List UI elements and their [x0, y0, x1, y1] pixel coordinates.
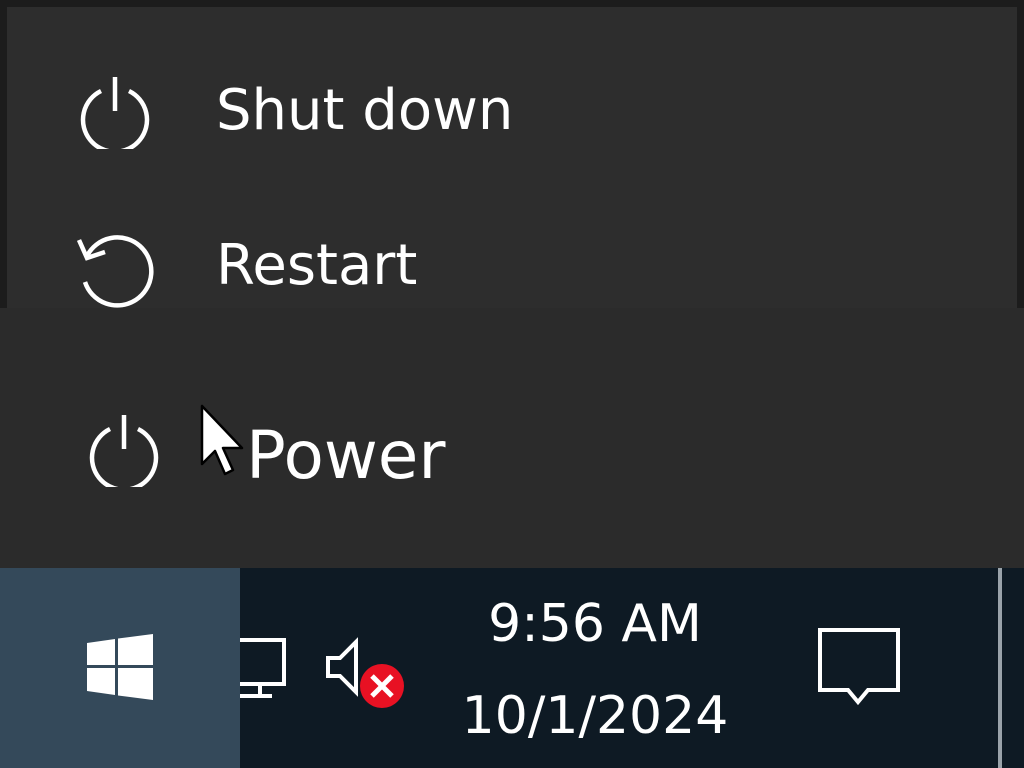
windows-logo-icon	[87, 634, 153, 700]
power-icon	[77, 73, 153, 154]
taskbar-clock[interactable]: 9:56 AM 10/1/2024	[440, 568, 750, 768]
menu-item-restart[interactable]: Restart	[7, 200, 1017, 308]
desktop-screen: Shut down Restart Power 9:56 AM 10/1/202…	[0, 0, 1024, 768]
show-desktop-button[interactable]	[998, 568, 1002, 768]
menu-item-shut-down[interactable]: Shut down	[7, 45, 1017, 195]
action-center-icon[interactable]	[818, 628, 902, 710]
power-button[interactable]: Power	[0, 363, 1024, 543]
power-icon	[86, 411, 162, 492]
power-submenu: Shut down Restart	[0, 0, 1024, 308]
submenu-border	[0, 0, 1024, 7]
menu-item-label: Restart	[216, 233, 418, 298]
clock-time: 9:56 AM	[488, 594, 702, 654]
restart-icon	[75, 230, 154, 308]
start-menu-panel: Power	[0, 308, 1024, 568]
menu-item-label: Shut down	[216, 78, 514, 143]
taskbar: 9:56 AM 10/1/2024	[0, 568, 1024, 768]
submenu-border	[1017, 0, 1024, 308]
start-button[interactable]	[0, 568, 240, 768]
volume-muted-icon[interactable]	[322, 636, 408, 708]
clock-date: 10/1/2024	[461, 686, 729, 746]
network-icon[interactable]	[240, 636, 288, 702]
power-button-label: Power	[246, 417, 446, 494]
submenu-border	[0, 0, 7, 308]
